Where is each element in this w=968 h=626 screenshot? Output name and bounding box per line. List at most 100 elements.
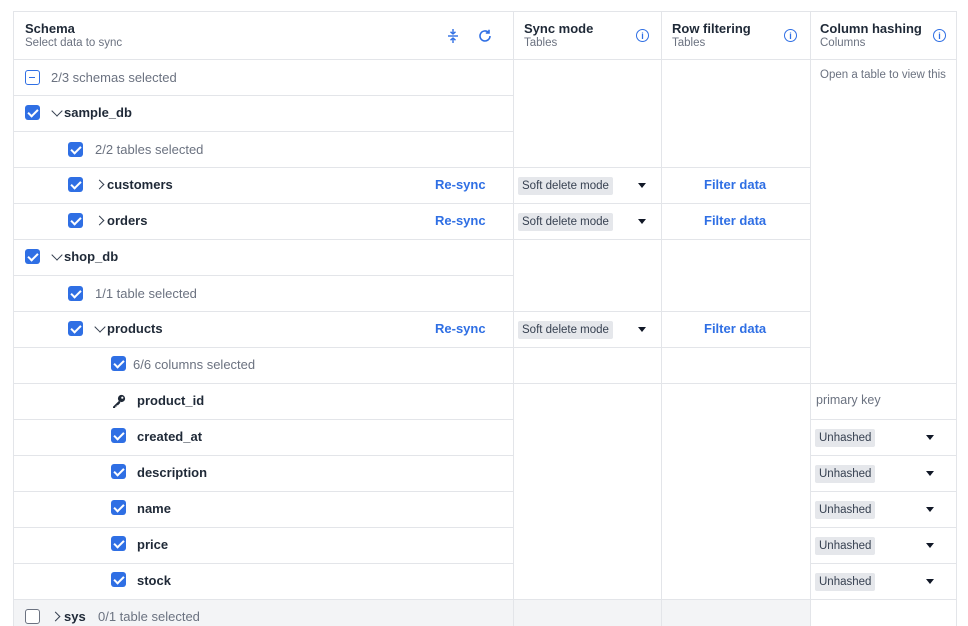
- row-divider: [810, 419, 956, 420]
- select-all-schemas-checkbox[interactable]: [25, 70, 40, 85]
- tables-selected-count: 2/2 tables selected: [95, 142, 204, 157]
- schema-checkbox-shop-db[interactable]: [25, 249, 40, 264]
- column-checkbox-stock[interactable]: [111, 572, 126, 587]
- dropdown-caret-icon[interactable]: [926, 471, 934, 476]
- dropdown-caret-icon[interactable]: [638, 183, 646, 188]
- column-name-description: description: [137, 465, 208, 480]
- row-divider: [810, 527, 956, 528]
- schema-checkbox-sample-db[interactable]: [25, 105, 40, 120]
- col-divider: [661, 12, 662, 626]
- row-divider: [810, 455, 956, 456]
- col-divider: [513, 12, 514, 626]
- hash-header-title: Column hashing: [820, 21, 922, 36]
- table-name-customers[interactable]: customers: [107, 177, 173, 192]
- row-divider: [14, 239, 810, 240]
- row-divider: [14, 131, 513, 132]
- sync-header-subtitle: Tables: [524, 37, 558, 49]
- resync-button-customers[interactable]: Re-sync: [435, 177, 486, 192]
- collapse-all-icon[interactable]: [445, 28, 461, 44]
- hash-select-price[interactable]: Unhashed: [815, 537, 876, 555]
- column-name-stock: stock: [137, 573, 171, 588]
- key-icon: [111, 393, 127, 409]
- row-divider: [14, 455, 513, 456]
- chevron-right-icon[interactable]: [94, 215, 105, 226]
- tables-checkbox-shop-db[interactable]: [68, 286, 83, 301]
- table-name-orders[interactable]: orders: [107, 213, 147, 228]
- chevron-down-icon[interactable]: [51, 249, 63, 261]
- table-checkbox-customers[interactable]: [68, 177, 83, 192]
- column-checkbox-price[interactable]: [111, 536, 126, 551]
- hash-select-description[interactable]: Unhashed: [815, 465, 876, 483]
- tables-selected-count: 1/1 table selected: [95, 286, 197, 301]
- dropdown-caret-icon[interactable]: [926, 543, 934, 548]
- columns-checkbox-products[interactable]: [111, 356, 126, 371]
- table-name-products[interactable]: products: [107, 321, 163, 336]
- column-name-name: name: [137, 501, 171, 516]
- row-divider: [14, 95, 513, 96]
- schema-name-sys[interactable]: sys: [64, 609, 86, 624]
- sync-mode-select-products[interactable]: Soft delete mode: [518, 321, 613, 339]
- filter-data-button-orders[interactable]: Filter data: [704, 213, 766, 228]
- tables-checkbox-sample-db[interactable]: [68, 142, 83, 157]
- row-divider: [14, 527, 513, 528]
- dropdown-caret-icon[interactable]: [926, 435, 934, 440]
- row-divider: [810, 491, 956, 492]
- dropdown-caret-icon[interactable]: [638, 219, 646, 224]
- dropdown-caret-icon[interactable]: [638, 327, 646, 332]
- tables-selected-count: 0/1 table selected: [98, 609, 200, 624]
- row-divider: [14, 563, 513, 564]
- row-divider: [14, 347, 810, 348]
- row-divider: [14, 275, 513, 276]
- sync-mode-select-orders[interactable]: Soft delete mode: [518, 213, 613, 231]
- row-divider: [14, 311, 513, 312]
- row-divider: [14, 599, 956, 600]
- column-name-price: price: [137, 537, 169, 552]
- chevron-right-icon[interactable]: [94, 179, 105, 190]
- resync-button-products[interactable]: Re-sync: [435, 321, 486, 336]
- hash-hint: Open a table to view this: [820, 69, 946, 81]
- dropdown-caret-icon[interactable]: [926, 507, 934, 512]
- row-divider: [513, 167, 810, 168]
- chevron-down-icon[interactable]: [94, 321, 106, 333]
- hash-header-subtitle: Columns: [820, 37, 866, 49]
- row-divider: [14, 419, 513, 420]
- table-checkbox-orders[interactable]: [68, 213, 83, 228]
- info-icon[interactable]: i: [933, 29, 946, 42]
- primary-key-label: primary key: [816, 393, 881, 407]
- columns-selected-count: 6/6 columns selected: [133, 357, 256, 372]
- info-icon[interactable]: i: [784, 29, 797, 42]
- row-divider: [14, 383, 956, 384]
- sys-row-bg-sync: [514, 600, 661, 626]
- header-divider: [14, 59, 956, 60]
- chevron-down-icon[interactable]: [51, 105, 63, 117]
- col-divider: [810, 12, 811, 626]
- column-checkbox-created-at[interactable]: [111, 428, 126, 443]
- filter-header-subtitle: Tables: [672, 37, 706, 49]
- info-icon[interactable]: i: [636, 29, 649, 42]
- column-checkbox-name[interactable]: [111, 500, 126, 515]
- column-name-product-id: product_id: [137, 393, 205, 408]
- filter-data-button-products[interactable]: Filter data: [704, 321, 766, 336]
- hash-select-name[interactable]: Unhashed: [815, 501, 876, 519]
- row-divider: [14, 203, 810, 204]
- sync-mode-select-customers[interactable]: Soft delete mode: [518, 177, 613, 195]
- row-divider: [513, 311, 810, 312]
- filter-data-button-customers[interactable]: Filter data: [704, 177, 766, 192]
- row-divider: [14, 167, 513, 168]
- column-checkbox-description[interactable]: [111, 464, 126, 479]
- schemas-selected-count: 2/3 schemas selected: [51, 70, 177, 85]
- resync-button-orders[interactable]: Re-sync: [435, 213, 486, 228]
- hash-select-stock[interactable]: Unhashed: [815, 573, 876, 591]
- schema-table: Schema Select data to sync Sync mode Tab…: [13, 11, 957, 626]
- filter-header-title: Row filtering: [672, 21, 751, 36]
- sync-header-title: Sync mode: [524, 21, 594, 36]
- dropdown-caret-icon[interactable]: [926, 579, 934, 584]
- schema-header-title: Schema: [25, 21, 75, 36]
- schema-name-shop-db[interactable]: shop_db: [64, 249, 118, 264]
- hash-select-created-at[interactable]: Unhashed: [815, 429, 876, 447]
- schema-header-subtitle: Select data to sync: [25, 37, 123, 49]
- schema-name-sample-db[interactable]: sample_db: [64, 105, 132, 120]
- table-checkbox-products[interactable]: [68, 321, 83, 336]
- schema-checkbox-sys[interactable]: [25, 609, 40, 624]
- refresh-icon[interactable]: [477, 28, 493, 44]
